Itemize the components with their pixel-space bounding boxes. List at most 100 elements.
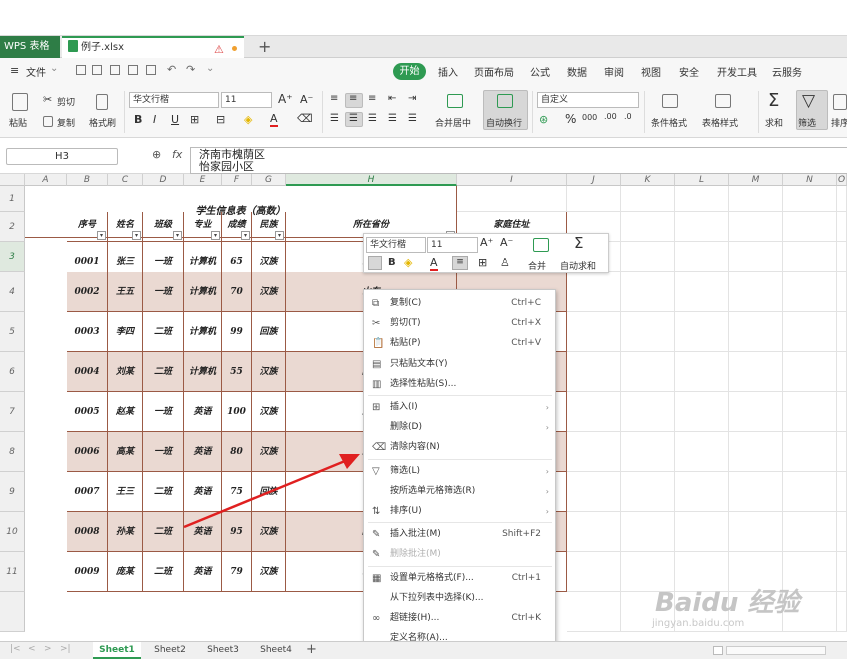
context-menu-item[interactable]: ⊞ 插入(I) › bbox=[364, 397, 555, 418]
data-cell[interactable]: 汉族 bbox=[252, 512, 286, 552]
hamburger-icon[interactable]: ≡ bbox=[10, 64, 19, 77]
filter-dropdown-icon[interactable]: ▾ bbox=[173, 231, 182, 240]
fx-icon[interactable]: fx bbox=[172, 148, 182, 161]
grid-cell[interactable] bbox=[675, 272, 729, 312]
column-header[interactable]: C bbox=[108, 174, 143, 186]
indent-decrease-icon[interactable]: ⇤ bbox=[388, 93, 396, 104]
sheet-nav-next-icon[interactable]: > bbox=[44, 644, 52, 654]
grid-cell[interactable] bbox=[675, 352, 729, 392]
grid-cell[interactable] bbox=[567, 312, 621, 352]
grid-cell[interactable] bbox=[567, 512, 621, 552]
context-menu-item[interactable]: 按所选单元格筛选(R) › bbox=[364, 481, 555, 502]
data-cell[interactable]: 二班 bbox=[143, 312, 184, 352]
data-cell[interactable]: 计算机 bbox=[184, 312, 222, 352]
grid-cell[interactable] bbox=[621, 212, 675, 242]
data-cell[interactable]: 0003 bbox=[67, 312, 108, 352]
grid-cell[interactable] bbox=[729, 352, 783, 392]
new-icon[interactable] bbox=[76, 65, 86, 75]
mini-size-select[interactable]: 11 bbox=[427, 237, 478, 253]
data-cell[interactable]: 汉族 bbox=[252, 272, 286, 312]
grid-cell[interactable] bbox=[675, 512, 729, 552]
column-header[interactable]: I bbox=[457, 174, 567, 186]
menu-tab-review[interactable]: 审阅 bbox=[604, 64, 624, 79]
mini-fill-color-icon[interactable]: ◈ bbox=[404, 256, 412, 269]
grid-cell[interactable] bbox=[567, 272, 621, 312]
mini-font-select[interactable]: 华文行楷 bbox=[366, 237, 426, 253]
header-cell[interactable]: 民族 ▾ bbox=[252, 212, 286, 242]
menu-tab-insert[interactable]: 插入 bbox=[438, 64, 458, 79]
copy-button[interactable]: 复制 bbox=[57, 116, 75, 129]
filter-dropdown-icon[interactable]: ▾ bbox=[211, 231, 220, 240]
filter-dropdown-icon[interactable]: ▾ bbox=[132, 231, 141, 240]
mini-grow-font-icon[interactable]: A⁺ bbox=[480, 236, 493, 249]
grid-cell[interactable] bbox=[783, 312, 837, 352]
column-header[interactable]: M bbox=[729, 174, 783, 186]
context-menu-item[interactable]: ⇅ 排序(U) › bbox=[364, 501, 555, 522]
header-cell[interactable]: 姓名 ▾ bbox=[108, 212, 143, 242]
column-header[interactable]: H bbox=[286, 174, 457, 186]
grid-cell[interactable] bbox=[567, 472, 621, 512]
context-menu-item[interactable]: ✂ 剪切(T) Ctrl+X bbox=[364, 313, 555, 334]
row-header[interactable]: 9 bbox=[0, 472, 25, 512]
data-cell[interactable]: 100 bbox=[222, 392, 252, 432]
align-bottom-icon[interactable]: ≡ bbox=[368, 93, 376, 104]
italic-button[interactable]: I bbox=[153, 113, 156, 126]
data-cell[interactable]: 赵某 bbox=[108, 392, 143, 432]
grid-cell[interactable] bbox=[783, 392, 837, 432]
grid-cell[interactable] bbox=[729, 392, 783, 432]
filter-dropdown-icon[interactable]: ▾ bbox=[97, 231, 106, 240]
mini-autosum-button[interactable]: 自动求和 bbox=[560, 259, 596, 272]
save-icon[interactable] bbox=[110, 65, 120, 75]
grid-cell[interactable] bbox=[783, 242, 837, 272]
row-header[interactable]: 4 bbox=[0, 272, 25, 312]
undo-icon[interactable]: ↶ bbox=[167, 63, 176, 76]
row-header[interactable] bbox=[0, 592, 25, 632]
row-header[interactable]: 8 bbox=[0, 432, 25, 472]
filter-dropdown-icon[interactable]: ▾ bbox=[275, 231, 284, 240]
new-tab-button[interactable]: + bbox=[258, 37, 271, 56]
grid-cell[interactable] bbox=[621, 186, 675, 212]
align-top-icon[interactable]: ≡ bbox=[330, 93, 338, 104]
grid-cell[interactable] bbox=[621, 272, 675, 312]
column-header[interactable]: J bbox=[567, 174, 621, 186]
grid-cell[interactable] bbox=[837, 512, 847, 552]
context-menu-item[interactable]: ⌫ 清除内容(N) bbox=[364, 437, 555, 458]
grid-cell[interactable] bbox=[837, 212, 847, 242]
data-cell[interactable]: 汉族 bbox=[252, 552, 286, 592]
grid-cell[interactable] bbox=[783, 272, 837, 312]
grid-cell[interactable] bbox=[621, 472, 675, 512]
sheet-nav-first-icon[interactable]: |< bbox=[10, 644, 21, 654]
open-icon[interactable] bbox=[92, 65, 102, 75]
data-cell[interactable]: 计算机 bbox=[184, 352, 222, 392]
grid-cell[interactable] bbox=[729, 432, 783, 472]
mini-border-icon[interactable]: ⊞ bbox=[478, 256, 487, 269]
column-header[interactable]: D bbox=[143, 174, 184, 186]
context-menu-item[interactable]: 📋 粘贴(P) Ctrl+V bbox=[364, 333, 555, 354]
column-header[interactable]: G bbox=[252, 174, 286, 186]
sheet-tab-3[interactable]: Sheet3 bbox=[199, 642, 247, 659]
grid-cell[interactable] bbox=[567, 592, 621, 632]
data-cell[interactable]: 0006 bbox=[67, 432, 108, 472]
grid-cell[interactable] bbox=[837, 312, 847, 352]
cut-button[interactable]: 剪切 bbox=[57, 95, 75, 108]
data-cell[interactable]: 55 bbox=[222, 352, 252, 392]
data-cell[interactable]: 95 bbox=[222, 512, 252, 552]
format-painter-button[interactable]: 格式刷 bbox=[89, 116, 116, 129]
grid-cell[interactable] bbox=[837, 242, 847, 272]
data-cell[interactable]: 汉族 bbox=[252, 352, 286, 392]
border-icon[interactable]: ⊞ bbox=[190, 113, 199, 126]
grid-cell[interactable] bbox=[621, 312, 675, 352]
context-menu-item[interactable]: ▤ 只粘贴文本(Y) bbox=[364, 354, 555, 375]
mini-merge-button[interactable]: 合并 bbox=[528, 259, 546, 272]
header-cell[interactable]: 班级 ▾ bbox=[143, 212, 184, 242]
data-cell[interactable]: 一班 bbox=[143, 432, 184, 472]
grid-cell[interactable] bbox=[729, 512, 783, 552]
table-style-button[interactable]: 表格样式 bbox=[702, 116, 738, 129]
grid-cell[interactable] bbox=[675, 392, 729, 432]
underline-button[interactable]: U bbox=[171, 113, 179, 126]
data-cell[interactable]: 79 bbox=[222, 552, 252, 592]
grid-cell[interactable] bbox=[729, 272, 783, 312]
sheet-nav-prev-icon[interactable]: < bbox=[28, 644, 36, 654]
row-header[interactable]: 10 bbox=[0, 512, 25, 552]
data-cell[interactable]: 0004 bbox=[67, 352, 108, 392]
